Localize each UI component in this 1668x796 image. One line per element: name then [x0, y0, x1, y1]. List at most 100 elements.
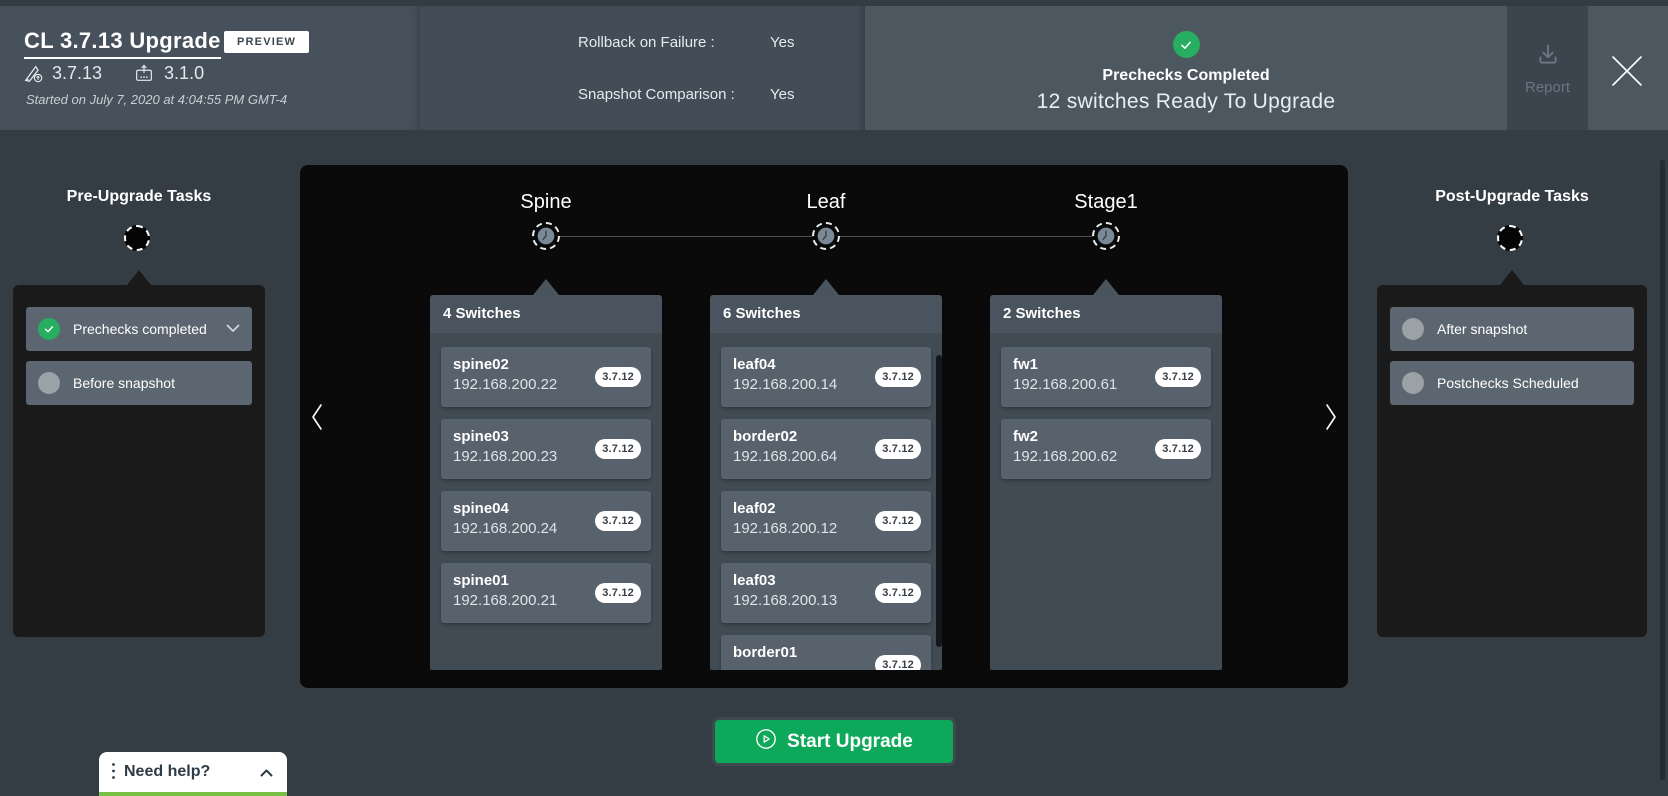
chevron-up-icon — [260, 765, 273, 780]
stage1-column-caret — [1093, 279, 1119, 295]
previous-stage-button[interactable] — [302, 398, 332, 438]
stage-column-header: 2 Switches — [990, 295, 1222, 333]
switch-version-badge: 3.7.12 — [875, 511, 921, 531]
next-stage-button[interactable] — [1316, 398, 1346, 438]
netq-version-value: 3.1.0 — [164, 63, 204, 84]
header-job-info-section: CL 3.7.13 Upgrade PREVIEW 3.7.13 — [0, 6, 420, 130]
switch-card[interactable]: leaf02 192.168.200.12 3.7.12 — [721, 491, 931, 551]
close-icon — [1609, 77, 1645, 92]
play-circle-icon — [755, 728, 777, 756]
status-subtitle: 12 switches Ready To Upgrade — [865, 90, 1507, 114]
task-label: Prechecks completed — [73, 321, 213, 337]
upgrade-stages-panel: Spine Leaf Stage1 4 Switches spine02 — [300, 165, 1348, 688]
switch-card[interactable]: border02 192.168.200.64 3.7.12 — [721, 419, 931, 479]
switch-version-badge: 3.7.12 — [595, 367, 641, 387]
stage-label-spine: Spine — [430, 191, 662, 214]
option-value: Yes — [770, 34, 794, 51]
pre-upgrade-title: Pre-Upgrade Tasks — [14, 188, 264, 206]
post-upgrade-stage-node — [1497, 225, 1523, 251]
status-title: Prechecks Completed — [865, 67, 1507, 85]
download-icon — [1533, 41, 1563, 73]
stage-column-header: 6 Switches — [710, 295, 942, 333]
stage-column-header: 4 Switches — [430, 295, 662, 333]
version-summary: 3.7.13 3.1.0 — [22, 62, 204, 84]
option-row: Snapshot Comparison : Yes — [578, 86, 735, 103]
switch-card[interactable]: border01 3.7.12 — [721, 635, 931, 670]
preview-button[interactable]: PREVIEW — [224, 31, 309, 53]
switch-version-badge: 3.7.12 — [875, 583, 921, 603]
switch-version-badge: 3.7.12 — [595, 511, 641, 531]
switch-card[interactable]: spine03 192.168.200.23 3.7.12 — [441, 419, 651, 479]
task-pending-dot — [1402, 372, 1424, 394]
cl-version-value: 3.7.13 — [52, 63, 102, 84]
post-upgrade-title: Post-Upgrade Tasks — [1377, 188, 1647, 206]
task-done-check-icon — [38, 318, 60, 340]
pre-upgrade-stage-node — [124, 225, 150, 251]
upgrade-wizard-screen: CL 3.7.13 Upgrade PREVIEW 3.7.13 — [0, 0, 1668, 796]
task-pending-dot — [38, 372, 60, 394]
stage-label-leaf: Leaf — [710, 191, 942, 214]
task-pending-dot — [1402, 318, 1424, 340]
header-report-section: Report — [1507, 6, 1588, 130]
chevron-right-icon — [1323, 420, 1339, 435]
post-upgrade-task-card: After snapshot Postchecks Scheduled — [1377, 285, 1647, 637]
option-label: Rollback on Failure : — [578, 34, 715, 51]
task-row-postchecks-scheduled[interactable]: Postchecks Scheduled — [1390, 361, 1634, 405]
task-label: Postchecks Scheduled — [1437, 375, 1622, 391]
switch-version-badge: 3.7.12 — [875, 655, 921, 670]
pre-upgrade-task-card: Prechecks completed Before snapshot — [13, 285, 265, 637]
switch-version-badge: 3.7.12 — [875, 367, 921, 387]
switch-card[interactable]: spine04 192.168.200.24 3.7.12 — [441, 491, 651, 551]
option-row: Rollback on Failure : Yes — [578, 34, 715, 51]
spine-column-caret — [533, 279, 559, 295]
page-scrollbar[interactable] — [1660, 160, 1665, 780]
switch-card[interactable]: leaf04 192.168.200.14 3.7.12 — [721, 347, 931, 407]
switch-card[interactable]: fw2 192.168.200.62 3.7.12 — [1001, 419, 1211, 479]
leaf-column-scrollbar[interactable] — [936, 355, 942, 647]
need-help-button[interactable]: Need help? — [99, 752, 287, 796]
main-content: Pre-Upgrade Tasks Prechecks completed — [0, 130, 1668, 796]
option-label: Snapshot Comparison : — [578, 86, 735, 103]
switch-card[interactable]: spine02 192.168.200.22 3.7.12 — [441, 347, 651, 407]
switch-card[interactable]: spine01 192.168.200.21 3.7.12 — [441, 563, 651, 623]
switch-card[interactable]: leaf03 192.168.200.13 3.7.12 — [721, 563, 931, 623]
stage-clock-icon — [532, 222, 560, 250]
post-upgrade-caret — [1500, 270, 1524, 285]
stage-clock-icon — [812, 222, 840, 250]
start-upgrade-label: Start Upgrade — [787, 731, 913, 753]
switch-version-badge: 3.7.12 — [1155, 439, 1201, 459]
stage-column-body: leaf04 192.168.200.14 3.7.12 border02 19… — [710, 333, 942, 670]
page-title: CL 3.7.13 Upgrade — [24, 28, 221, 59]
pre-upgrade-caret — [127, 270, 151, 285]
start-upgrade-button[interactable]: Start Upgrade — [715, 720, 953, 763]
switch-version-badge: 3.7.12 — [595, 439, 641, 459]
chevron-down-icon — [226, 320, 240, 338]
task-label: Before snapshot — [73, 375, 240, 391]
header-status-section: Prechecks Completed 12 switches Ready To… — [865, 6, 1507, 130]
switch-card[interactable]: fw1 192.168.200.61 3.7.12 — [1001, 347, 1211, 407]
netq-box-icon — [132, 62, 156, 84]
check-circle-icon — [1173, 31, 1200, 58]
leaf-column-caret — [813, 279, 839, 295]
stage-clock-icon — [1092, 222, 1120, 250]
switch-version-badge: 3.7.12 — [595, 583, 641, 603]
close-button[interactable] — [1607, 52, 1647, 92]
prechecks-status: Prechecks Completed 12 switches Ready To… — [865, 6, 1507, 114]
header-close-section — [1588, 6, 1668, 130]
task-row-before-snapshot[interactable]: Before snapshot — [26, 361, 252, 405]
header-options-section: Rollback on Failure : Yes Snapshot Compa… — [420, 6, 865, 130]
report-label: Report — [1525, 79, 1570, 96]
stage-column-leaf: 6 Switches leaf04 192.168.200.14 3.7.12 … — [710, 295, 942, 670]
switch-version-badge: 3.7.12 — [1155, 367, 1201, 387]
stage-column-stage1: 2 Switches fw1 192.168.200.61 3.7.12 fw2… — [990, 295, 1222, 670]
report-button[interactable]: Report — [1507, 6, 1588, 130]
task-row-after-snapshot[interactable]: After snapshot — [1390, 307, 1634, 351]
need-help-accent-bar — [99, 792, 287, 796]
task-label: After snapshot — [1437, 321, 1622, 337]
start-timestamp: Started on July 7, 2020 at 4:04:55 PM GM… — [26, 92, 287, 107]
need-help-label: Need help? — [124, 763, 252, 781]
task-row-prechecks-completed[interactable]: Prechecks completed — [26, 307, 252, 351]
header-bar: CL 3.7.13 Upgrade PREVIEW 3.7.13 — [0, 0, 1668, 130]
option-value: Yes — [770, 86, 794, 103]
stage-column-spine: 4 Switches spine02 192.168.200.22 3.7.12… — [430, 295, 662, 670]
